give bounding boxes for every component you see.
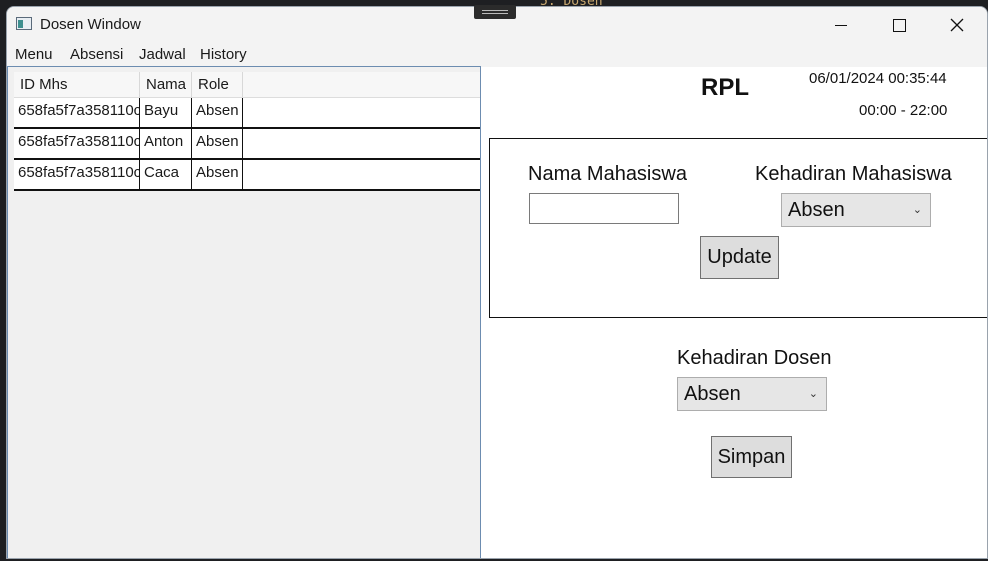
chevron-down-icon: ⌄ — [808, 388, 818, 400]
maximize-icon — [892, 18, 906, 32]
student-attendance-panel: Nama Mahasiswa Kehadiran Mahasiswa Absen… — [489, 138, 987, 318]
student-name-input[interactable] — [529, 193, 679, 224]
cell-divider — [242, 98, 243, 127]
save-button[interactable]: Simpan — [711, 436, 792, 478]
student-attendance-dropdown[interactable]: Absen ⌄ — [781, 193, 931, 227]
table-row[interactable]: 658fa5f7a358110c Caca Absen — [14, 160, 480, 191]
menu-item-history[interactable]: History — [200, 46, 247, 63]
column-divider[interactable] — [242, 72, 243, 97]
cell-id[interactable]: 658fa5f7a358110c — [14, 129, 139, 158]
close-icon — [950, 18, 964, 32]
column-header-role[interactable]: Role — [192, 72, 242, 97]
chevron-down-icon: ⌄ — [912, 204, 922, 216]
lecturer-attendance-value: Absen — [684, 383, 741, 405]
close-button[interactable] — [934, 7, 980, 43]
menu-bar: Menu Absensi Jadwal History — [7, 43, 987, 67]
cell-id[interactable]: 658fa5f7a358110c — [14, 160, 139, 189]
cell-id[interactable]: 658fa5f7a358110c — [14, 98, 139, 127]
dosen-window: Dosen Window Menu Absensi Jadwal History… — [6, 6, 988, 559]
student-attendance-label: Kehadiran Mahasiswa — [755, 163, 952, 185]
cell-role[interactable]: Absen — [192, 129, 242, 158]
class-title: RPL — [701, 74, 749, 101]
student-attendance-value: Absen — [788, 199, 845, 221]
lecturer-attendance-dropdown[interactable]: Absen ⌄ — [677, 377, 827, 411]
column-header-nama[interactable]: Nama — [140, 72, 190, 97]
menu-item-jadwal[interactable]: Jadwal — [139, 46, 186, 63]
cell-role[interactable]: Absen — [192, 160, 242, 189]
column-header-id[interactable]: ID Mhs — [14, 72, 138, 97]
lecturer-attendance-label: Kehadiran Dosen — [677, 347, 832, 369]
cell-role[interactable]: Absen — [192, 98, 242, 127]
cell-nama[interactable]: Bayu — [140, 98, 191, 127]
table-row[interactable]: 658fa5f7a358110c Anton Absen — [14, 129, 480, 160]
menu-item-menu[interactable]: Menu — [15, 46, 53, 63]
grid-header: ID Mhs Nama Role — [14, 72, 480, 98]
menu-item-absensi[interactable]: Absensi — [70, 46, 123, 63]
schedule-time-range: 00:00 - 22:00 — [859, 102, 948, 119]
student-data-grid[interactable]: ID Mhs Nama Role 658fa5f7a358110c Bayu A… — [7, 66, 481, 558]
current-datetime: 06/01/2024 00:35:44 — [809, 70, 947, 87]
minimize-icon — [835, 24, 847, 26]
student-name-label: Nama Mahasiswa — [528, 163, 687, 185]
window-title: Dosen Window — [40, 16, 141, 33]
cell-divider — [242, 129, 243, 158]
cell-nama[interactable]: Caca — [140, 160, 191, 189]
maximize-button[interactable] — [876, 7, 922, 43]
drag-grip-handle[interactable] — [474, 5, 516, 19]
cell-divider — [242, 160, 243, 189]
app-window-icon — [16, 17, 32, 30]
update-button[interactable]: Update — [700, 236, 779, 279]
table-row[interactable]: 658fa5f7a358110c Bayu Absen — [14, 98, 480, 129]
minimize-button[interactable] — [818, 7, 864, 43]
cell-nama[interactable]: Anton — [140, 129, 191, 158]
